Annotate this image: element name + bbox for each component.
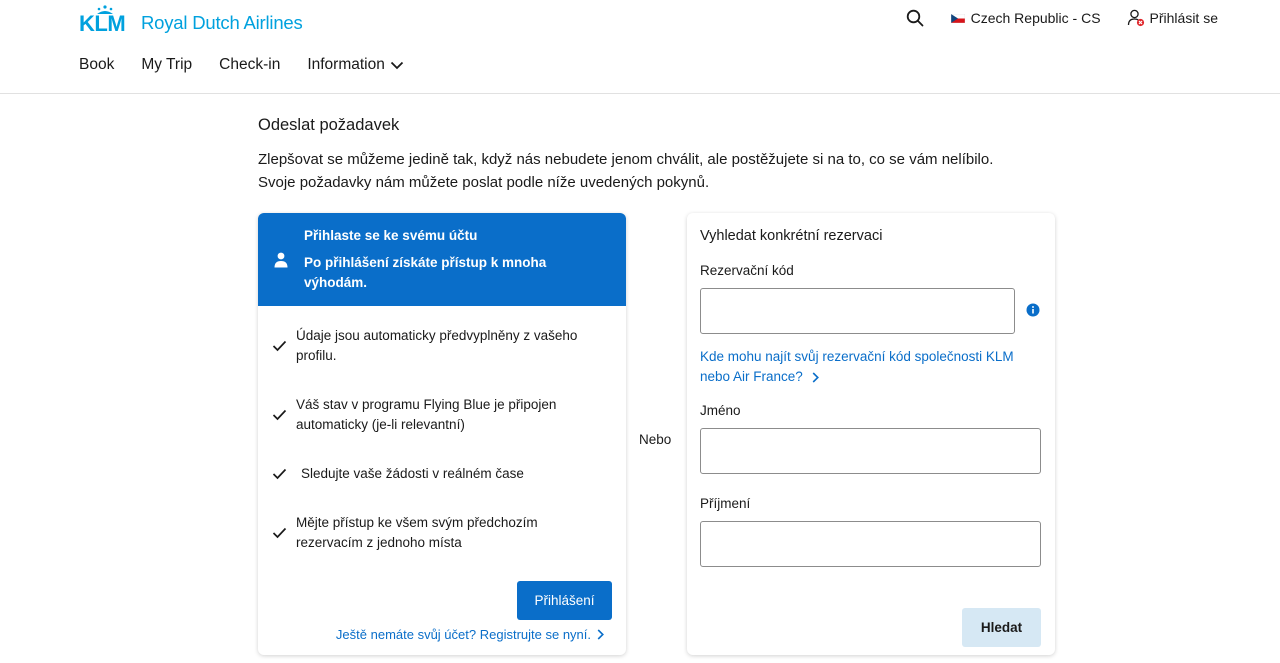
- chevron-down-icon: [390, 61, 404, 69]
- nav-information[interactable]: Information: [307, 56, 404, 74]
- banner-title: Přihlaste se ke svému účtu: [304, 228, 478, 243]
- login-card: Přihlaste se ke svému účtu Po přihlášení…: [258, 213, 626, 655]
- first-name-label: Jméno: [700, 403, 741, 418]
- klm-logo-mark: KLM: [79, 5, 131, 35]
- search-button[interactable]: [905, 8, 925, 28]
- logo-klm-text: KLM: [79, 11, 126, 36]
- header-utilities: Czech Republic - CS Přihlásit se: [905, 6, 1218, 30]
- booking-search-card: Vyhledat konkrétní rezervaci Rezervační …: [687, 213, 1055, 655]
- check-icon: [272, 340, 287, 352]
- nav-my-trip[interactable]: My Trip: [141, 56, 192, 74]
- check-icon: [272, 468, 287, 480]
- booking-code-input[interactable]: [700, 288, 1015, 334]
- info-icon[interactable]: [1026, 303, 1040, 317]
- last-name-input[interactable]: [700, 521, 1041, 567]
- chevron-right-icon: [812, 372, 819, 383]
- check-icon: [272, 527, 287, 539]
- search-card-title: Vyhledat konkrétní rezervaci: [700, 228, 883, 244]
- benefit-item: Sledujte vaše žádosti v reálném čase: [272, 464, 612, 484]
- booking-code-label: Rezervační kód: [700, 263, 794, 278]
- benefit-text: Mějte přístup ke všem svým předchozím re…: [296, 515, 538, 550]
- chevron-right-icon: [597, 629, 604, 640]
- czech-flag-icon: [950, 13, 965, 23]
- page-title: Odeslat požadavek: [258, 116, 400, 134]
- last-name-label: Příjmení: [700, 496, 751, 511]
- first-name-input[interactable]: [700, 428, 1041, 474]
- country-label: Czech Republic - CS: [970, 10, 1101, 26]
- user-icon: [1127, 9, 1144, 27]
- booking-code-help-label: Kde mohu najít svůj rezervační kód spole…: [700, 349, 1014, 384]
- register-link[interactable]: Ještě nemáte svůj účet? Registrujte se n…: [336, 627, 604, 642]
- main-nav: Book My Trip Check-in Information: [79, 53, 431, 77]
- benefit-item: Údaje jsou automaticky předvyplněny z va…: [272, 326, 612, 366]
- search-icon: [906, 9, 923, 27]
- person-icon: [274, 252, 288, 268]
- booking-code-help-link[interactable]: Kde mohu najít svůj rezervační kód spole…: [700, 347, 1040, 387]
- nav-information-label: Information: [307, 56, 385, 73]
- nav-check-in[interactable]: Check-in: [219, 56, 280, 74]
- login-banner: Přihlaste se ke svému účtu Po přihlášení…: [258, 213, 626, 306]
- login-button[interactable]: Přihlášení: [517, 581, 612, 620]
- search-button-submit[interactable]: Hledat: [962, 608, 1041, 647]
- intro-line-2: Svoje požadavky nám můžete poslat podle …: [258, 174, 710, 191]
- logo-subtitle: Royal Dutch Airlines: [141, 12, 303, 33]
- benefit-text: Váš stav v programu Flying Blue je připo…: [296, 397, 557, 432]
- intro-text: Zlepšovat se můžeme jedině tak, když nás…: [258, 148, 1058, 194]
- check-icon: [272, 409, 287, 421]
- benefit-text: Sledujte vaše žádosti v reálném čase: [301, 466, 524, 481]
- register-link-label: Ještě nemáte svůj účet? Registrujte se n…: [335, 627, 591, 642]
- benefit-item: Mějte přístup ke všem svým předchozím re…: [272, 513, 612, 553]
- intro-line-1: Zlepšovat se můžeme jedině tak, když nás…: [258, 151, 994, 168]
- login-link[interactable]: Přihlásit se: [1127, 9, 1218, 27]
- country-selector[interactable]: Czech Republic - CS: [950, 10, 1101, 26]
- benefit-item: Váš stav v programu Flying Blue je připo…: [272, 395, 612, 435]
- site-header: KLM Royal Dutch Airlines Czech Republic …: [0, 0, 1280, 94]
- klm-logo[interactable]: KLM Royal Dutch Airlines: [79, 4, 303, 36]
- login-label: Přihlásit se: [1149, 10, 1218, 26]
- or-separator: Nebo: [639, 432, 672, 447]
- banner-subtitle: Po přihlášení získáte přístup k mnoha vý…: [304, 255, 547, 290]
- benefit-text: Údaje jsou automaticky předvyplněny z va…: [296, 328, 578, 363]
- nav-book[interactable]: Book: [79, 56, 114, 74]
